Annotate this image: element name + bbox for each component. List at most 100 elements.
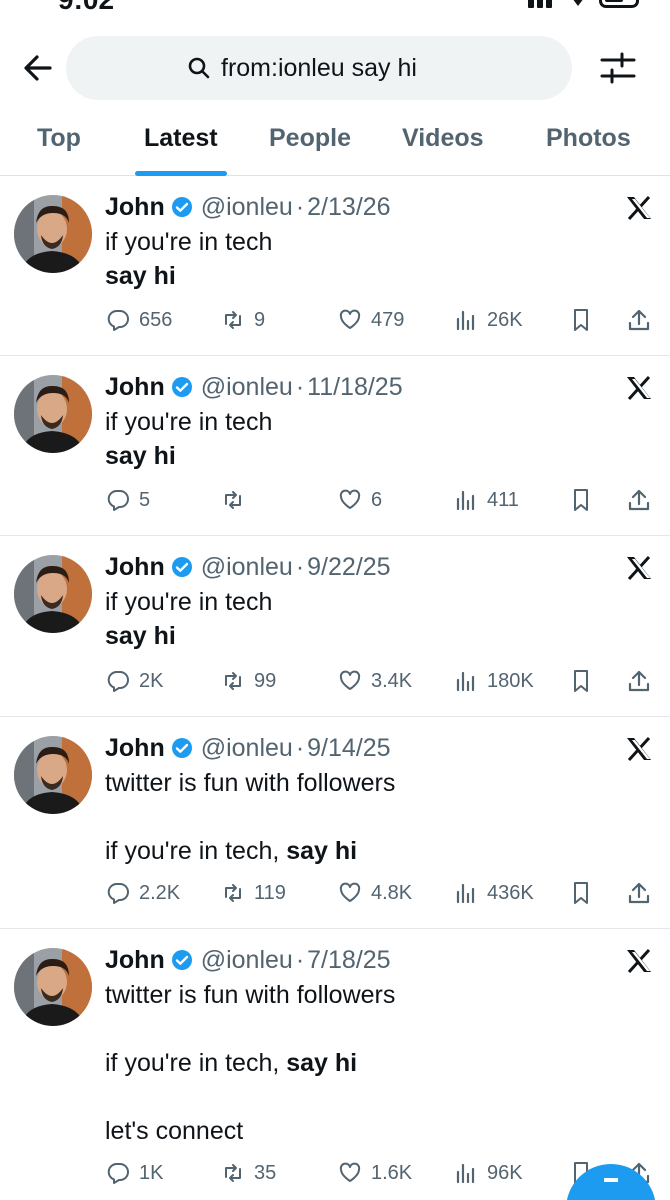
share-button[interactable] (626, 305, 652, 335)
bookmark-icon (574, 309, 588, 331)
repost-icon (225, 311, 241, 329)
repost-count: 35 (254, 1161, 277, 1184)
avatar[interactable] (14, 555, 92, 633)
bookmark-button[interactable] (568, 666, 594, 696)
author-name[interactable]: John (105, 373, 165, 402)
bold-text: say hi (286, 837, 358, 865)
x-logo-icon (627, 375, 651, 401)
bookmark-button[interactable] (568, 485, 594, 515)
repost-button[interactable]: 119 (220, 878, 286, 908)
author-name[interactable]: John (105, 553, 165, 582)
share-icon (628, 489, 650, 511)
tweet-date[interactable]: 2/13/26 (307, 193, 390, 222)
reply-icon (107, 490, 129, 511)
sliders-icon[interactable] (598, 50, 638, 86)
author-handle[interactable]: @ionleu (201, 373, 293, 402)
reply-button[interactable]: 2.2K (105, 878, 180, 908)
views-count: 411 (487, 488, 519, 511)
tab-photos[interactable]: Photos (546, 112, 636, 176)
author-handle[interactable]: @ionleu (201, 946, 293, 975)
tweet-text-line: if you're in tech (105, 405, 625, 439)
bold-text: say hi (105, 262, 176, 290)
tweet-text-line (105, 1080, 625, 1114)
author-handle[interactable]: @ionleu (201, 193, 293, 222)
like-button[interactable]: 479 (337, 305, 404, 335)
active-tab-indicator (135, 171, 227, 176)
tweet-date[interactable]: 9/14/25 (307, 734, 390, 763)
views-button[interactable]: 96K (453, 1158, 523, 1188)
status-bar: 9:02 (0, 0, 670, 14)
repost-button[interactable]: 35 (220, 1158, 276, 1188)
tab-videos[interactable]: Videos (402, 112, 488, 176)
bold-text: say hi (105, 442, 176, 470)
tweet-text-line: if you're in tech (105, 585, 625, 619)
text-span: twitter is fun with followers (105, 769, 396, 797)
tweet-text-line: say hi (105, 619, 625, 653)
views-icon (456, 490, 475, 511)
wifi-icon (573, 0, 583, 6)
plus-icon (604, 1178, 618, 1182)
arrow-left-icon[interactable] (20, 50, 56, 86)
repost-button[interactable]: 99 (220, 666, 276, 696)
views-button[interactable]: 180K (453, 666, 534, 696)
bookmark-icon (574, 882, 588, 904)
author-handle[interactable]: @ionleu (201, 734, 293, 763)
bold-text: say hi (105, 622, 176, 650)
reply-button[interactable]: 5 (105, 485, 150, 515)
heart-icon (339, 1162, 361, 1182)
tweet-date[interactable]: 7/18/25 (307, 946, 390, 975)
tab-top[interactable]: Top (37, 112, 83, 176)
like-count: 479 (371, 308, 405, 331)
tweet-card[interactable]: John @ionleu · 2/13/26 if you're in tech say … (0, 177, 670, 356)
views-button[interactable]: 26K (453, 305, 523, 335)
tweet-card[interactable]: John @ionleu · 7/18/25 twitter is fun with f… (0, 930, 670, 1200)
share-button[interactable] (626, 878, 652, 908)
tweet-date[interactable]: 11/18/25 (307, 373, 402, 402)
views-button[interactable]: 411 (453, 485, 519, 515)
reply-button[interactable]: 656 (105, 305, 172, 335)
views-icon (456, 671, 475, 692)
views-count: 180K (487, 669, 534, 692)
avatar[interactable] (14, 736, 92, 814)
avatar[interactable] (14, 195, 92, 273)
reply-button[interactable]: 1K (105, 1158, 163, 1188)
tweet-card[interactable]: John @ionleu · 9/22/25 if you're in tech say … (0, 537, 670, 717)
tab-people[interactable]: People (269, 112, 355, 176)
avatar[interactable] (14, 375, 92, 453)
views-button[interactable]: 436K (453, 878, 534, 908)
search-input[interactable] (221, 53, 451, 83)
bookmark-icon (574, 670, 588, 692)
like-count: 4.8K (371, 881, 413, 904)
tweet-text-line (105, 1012, 625, 1046)
verified-badge-icon (171, 197, 192, 217)
reply-button[interactable]: 2K (105, 666, 163, 696)
share-button[interactable] (626, 666, 652, 696)
search-bar[interactable] (66, 36, 572, 100)
like-button[interactable]: 1.6K (337, 1158, 412, 1188)
bookmark-button[interactable] (568, 305, 594, 335)
tweet-header: John @ionleu · 2/13/26 (105, 191, 391, 223)
tweet-actions: 1K 35 1.6K 96K (0, 1158, 670, 1188)
author-name[interactable]: John (105, 946, 165, 975)
repost-button[interactable]: 9 (220, 305, 265, 335)
author-name[interactable]: John (105, 193, 165, 222)
like-button[interactable]: 6 (337, 485, 382, 515)
tweet-card[interactable]: John @ionleu · 9/14/25 twitter is fun with f… (0, 718, 670, 929)
tweet-date[interactable]: 9/22/25 (307, 553, 390, 582)
author-name[interactable]: John (105, 734, 165, 763)
bookmark-button[interactable] (568, 878, 594, 908)
share-button[interactable] (626, 485, 652, 515)
like-button[interactable]: 4.8K (337, 878, 412, 908)
bookmark-icon (574, 489, 588, 511)
author-handle[interactable]: @ionleu (201, 553, 293, 582)
tweet-text-line: let's connect (105, 1114, 625, 1148)
tweet-card[interactable]: John @ionleu · 11/18/25 if you're in tech say… (0, 357, 670, 536)
tweet-text-line: if you're in tech (105, 225, 625, 259)
heart-icon (339, 670, 361, 690)
tweet-text: if you're in tech say hi (105, 585, 625, 653)
repost-button[interactable] (220, 485, 254, 515)
cellular-signal-icon (528, 0, 552, 8)
tab-latest[interactable]: Latest (135, 112, 227, 176)
avatar[interactable] (14, 948, 92, 1026)
like-button[interactable]: 3.4K (337, 666, 412, 696)
